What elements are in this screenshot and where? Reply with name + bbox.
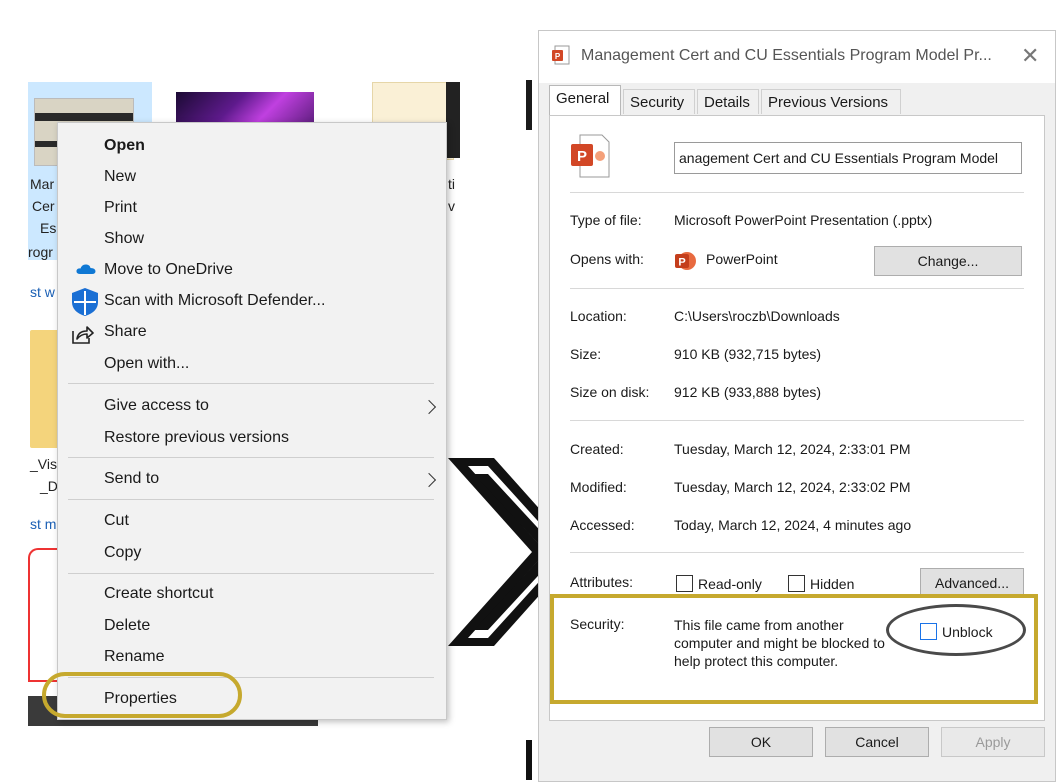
onedrive-icon: [76, 264, 96, 274]
file-thumbnail: [446, 82, 460, 158]
powerpoint-app-icon: P: [675, 252, 696, 270]
chevron-right-icon: [421, 399, 437, 415]
menu-item-create-shortcut[interactable]: Create shortcut: [104, 585, 213, 603]
menu-item-copy[interactable]: Copy: [104, 544, 141, 562]
created-value: Tuesday, March 12, 2024, 2:33:01 PM: [674, 441, 911, 457]
menu-item-show[interactable]: Show: [104, 230, 144, 248]
tab-security[interactable]: Security: [623, 89, 695, 114]
read-only-checkbox[interactable]: [676, 575, 693, 592]
opens-with-label: Opens with:: [570, 251, 644, 267]
dialog-titlebar: P Management Cert and CU Essentials Prog…: [539, 31, 1055, 83]
menu-item-share[interactable]: Share: [104, 323, 147, 341]
hidden-label: Hidden: [810, 576, 855, 592]
menu-item-scan-defender[interactable]: Scan with Microsoft Defender...: [104, 292, 325, 310]
menu-item-open[interactable]: Open: [104, 137, 145, 155]
tab-previous-versions[interactable]: Previous Versions: [761, 89, 901, 114]
menu-item-open-with[interactable]: Open with...: [104, 355, 189, 373]
menu-item-rename[interactable]: Rename: [104, 648, 164, 666]
menu-item-cut[interactable]: Cut: [104, 512, 129, 530]
location-value: C:\Users\roczb\Downloads: [674, 308, 840, 324]
created-label: Created:: [570, 441, 624, 457]
accessed-value: Today, March 12, 2024, 4 minutes ago: [674, 517, 912, 533]
menu-separator: [68, 499, 434, 500]
svg-text:P: P: [555, 52, 561, 61]
context-menu: Open New Print Show Move to OneDrive Sca…: [57, 122, 447, 720]
dialog-title: Management Cert and CU Essentials Progra…: [581, 47, 992, 64]
menu-item-move-to-onedrive[interactable]: Move to OneDrive: [104, 261, 233, 279]
apply-button[interactable]: Apply: [941, 727, 1045, 757]
type-of-file-label: Type of file:: [570, 212, 642, 228]
menu-item-delete[interactable]: Delete: [104, 617, 150, 635]
powerpoint-file-icon: P: [552, 45, 570, 65]
menu-item-give-access[interactable]: Give access to: [104, 397, 209, 415]
size-on-disk-label: Size on disk:: [570, 384, 650, 400]
menu-item-new[interactable]: New: [104, 168, 136, 186]
divider: [570, 288, 1024, 289]
file-name-fragment: st m: [30, 516, 57, 532]
menu-item-send-to[interactable]: Send to: [104, 470, 159, 488]
file-name-fragment: Mar: [30, 176, 55, 192]
menu-item-restore-versions[interactable]: Restore previous versions: [104, 429, 289, 447]
tab-general[interactable]: General: [549, 85, 621, 115]
menu-separator: [68, 573, 434, 574]
file-thumbnail: [526, 740, 532, 780]
file-name-fragment: v: [448, 198, 455, 214]
file-name-input[interactable]: anagement Cert and CU Essentials Program…: [674, 142, 1022, 174]
properties-highlight-ellipse: [42, 672, 242, 718]
divider: [570, 552, 1024, 553]
accessed-label: Accessed:: [570, 517, 635, 533]
close-icon[interactable]: ✕: [1021, 43, 1039, 69]
divider: [570, 192, 1024, 193]
file-name-fragment: st w: [30, 284, 55, 300]
tab-details[interactable]: Details: [697, 89, 759, 114]
modified-label: Modified:: [570, 479, 627, 495]
file-name-fragment: _Vis: [30, 456, 57, 472]
svg-text:P: P: [678, 257, 685, 269]
change-button[interactable]: Change...: [874, 246, 1022, 276]
hidden-checkbox[interactable]: [788, 575, 805, 592]
powerpoint-file-icon: P: [571, 134, 610, 178]
size-value: 910 KB (932,715 bytes): [674, 346, 822, 362]
type-of-file-value: Microsoft PowerPoint Presentation (.pptx…: [674, 212, 933, 228]
file-thumbnail: [28, 548, 60, 682]
chevron-right-icon: [421, 472, 437, 488]
divider: [570, 420, 1024, 421]
file-thumbnail: [526, 80, 532, 130]
file-name-fragment: Es: [40, 220, 57, 236]
file-name-fragment: ti: [448, 176, 455, 192]
file-name-fragment: Cer: [32, 198, 55, 214]
size-label: Size:: [570, 346, 602, 362]
read-only-label: Read-only: [698, 576, 762, 592]
attributes-label: Attributes:: [570, 574, 634, 590]
menu-separator: [68, 457, 434, 458]
share-icon: [72, 326, 94, 344]
size-on-disk-value: 912 KB (933,888 bytes): [674, 384, 822, 400]
file-name-fragment: rogr: [28, 244, 53, 260]
ok-button[interactable]: OK: [709, 727, 813, 757]
location-label: Location:: [570, 308, 627, 324]
svg-text:P: P: [577, 148, 587, 165]
menu-item-print[interactable]: Print: [104, 199, 137, 217]
unblock-highlight-ellipse: [886, 604, 1026, 656]
opens-with-value: PowerPoint: [706, 251, 778, 267]
cancel-button[interactable]: Cancel: [825, 727, 929, 757]
file-name-fragment: _D: [40, 478, 58, 494]
menu-separator: [68, 383, 434, 384]
defender-icon: [72, 288, 98, 316]
modified-value: Tuesday, March 12, 2024, 2:33:02 PM: [674, 479, 911, 495]
